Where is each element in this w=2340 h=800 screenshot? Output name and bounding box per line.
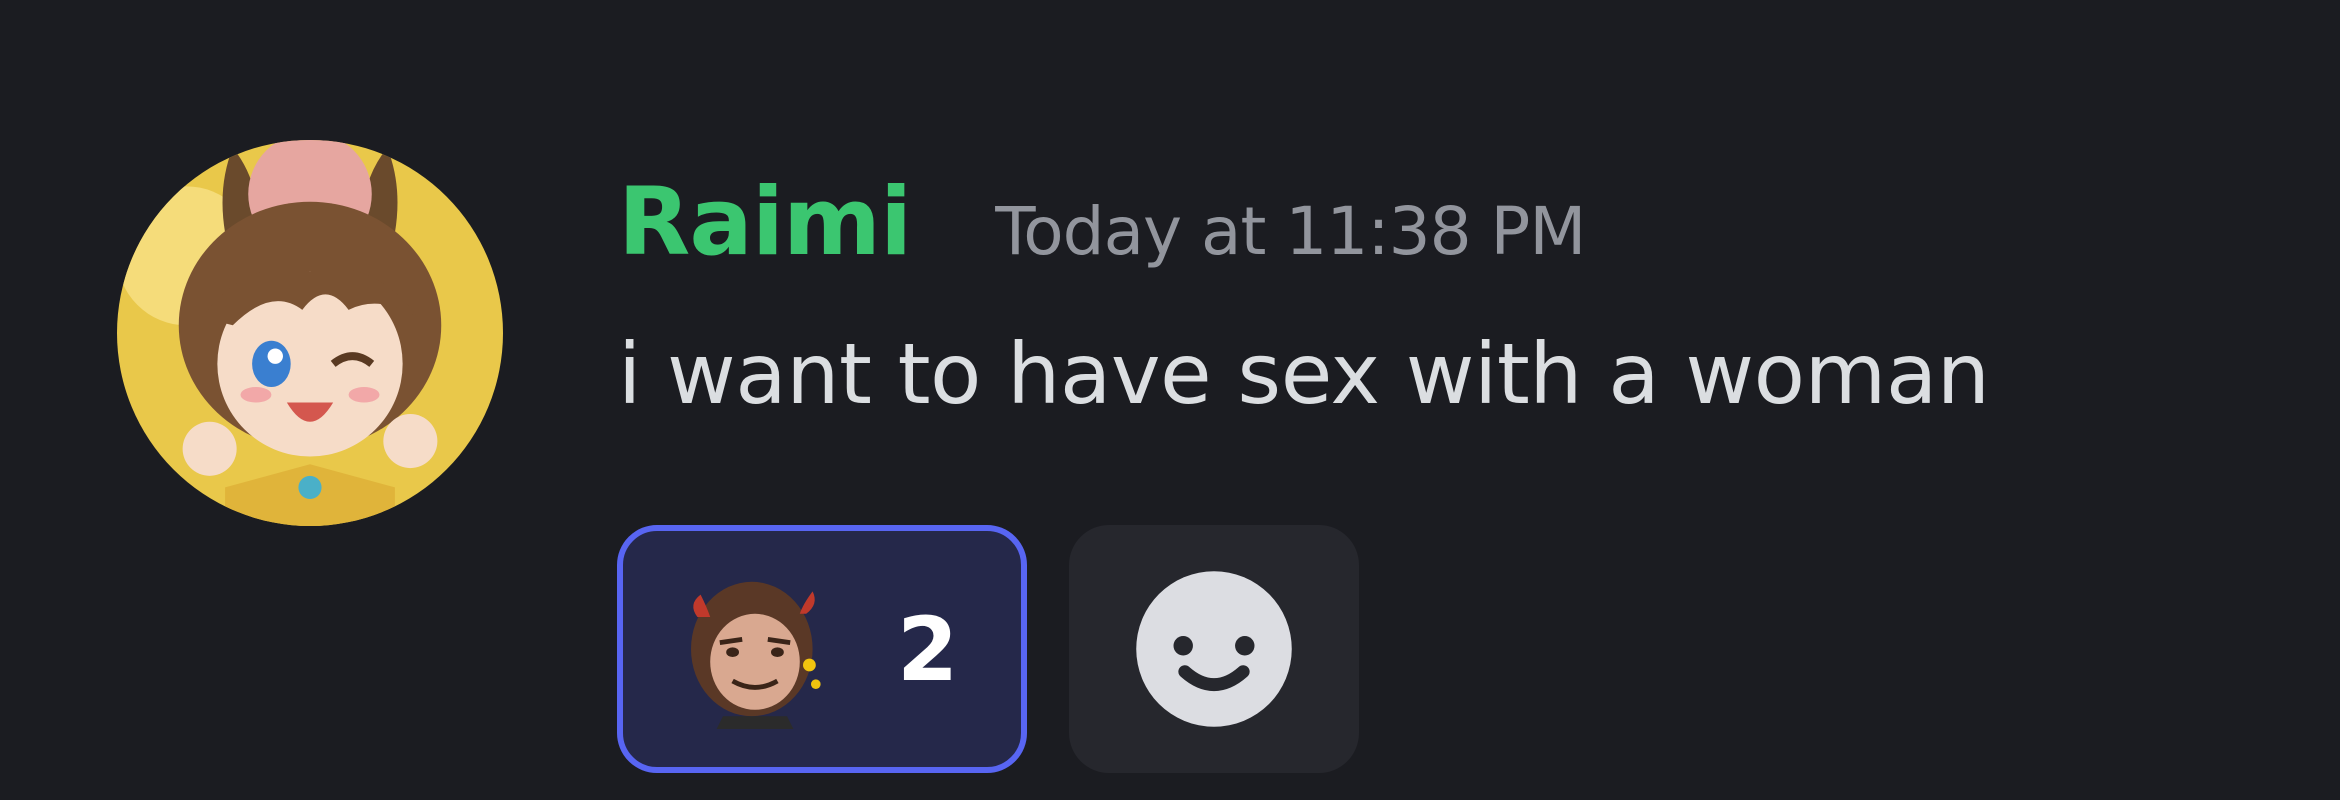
message-header: Raimi Today at 11:38 PM <box>618 168 1586 277</box>
reactions-bar: 2 <box>617 525 1359 773</box>
custom-face-emoji <box>675 569 835 729</box>
chat-message: Raimi Today at 11:38 PM i want to have s… <box>0 0 2340 800</box>
add-reaction-button[interactable] <box>1069 525 1359 773</box>
reaction-button[interactable]: 2 <box>617 525 1027 773</box>
timestamp[interactable]: Today at 11:38 PM <box>995 193 1586 270</box>
user-avatar[interactable] <box>117 140 503 526</box>
reaction-count: 2 <box>897 597 959 701</box>
avatar-image <box>117 140 503 526</box>
username[interactable]: Raimi <box>618 168 912 277</box>
message-content: i want to have sex with a woman <box>618 325 1990 423</box>
smiley-face-icon <box>1136 571 1292 727</box>
